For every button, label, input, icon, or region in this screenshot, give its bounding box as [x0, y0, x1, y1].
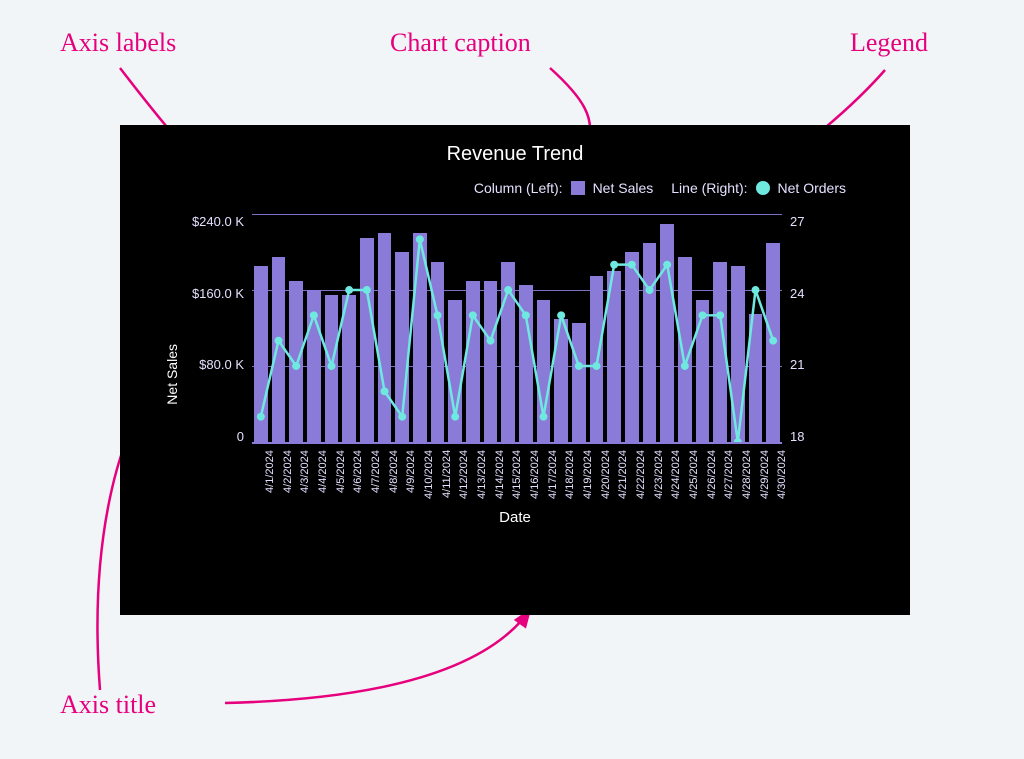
bars-layer: [252, 214, 782, 442]
bar: [360, 238, 374, 442]
x-tick: 4/29/2024: [759, 450, 773, 499]
y-left-tick: 0: [186, 429, 244, 444]
x-tick: 4/23/2024: [653, 450, 667, 499]
x-tick: 4/25/2024: [688, 450, 702, 499]
x-tick: 4/12/2024: [458, 450, 472, 499]
y-left-tick: $240.0 K: [186, 214, 244, 229]
bar: [378, 233, 392, 442]
legend-dot-swatch-icon: [756, 181, 770, 195]
y-right-tick: 21: [790, 357, 812, 372]
y-right-tick: 24: [790, 286, 812, 301]
bar: [289, 281, 303, 443]
x-tick: 4/13/2024: [476, 450, 490, 499]
bar: [713, 262, 727, 443]
bar: [395, 252, 409, 442]
bar: [572, 323, 586, 442]
y-left-tick: $80.0 K: [186, 357, 244, 372]
bar: [696, 300, 710, 443]
legend-right-series: Net Orders: [778, 180, 846, 196]
y-left-axis-title: Net Sales: [164, 254, 180, 405]
x-tick: 4/18/2024: [564, 450, 578, 499]
x-tick: 4/15/2024: [511, 450, 525, 499]
x-tick: 4/22/2024: [635, 450, 649, 499]
bar: [413, 233, 427, 442]
x-ticks: 4/1/2024 4/2/20244/3/2024 4/4/2024 4/5/2024…: [262, 450, 792, 499]
bar: [519, 285, 533, 442]
x-tick: 4/7/2024: [370, 450, 384, 499]
y-left-ticks: $240.0 K $160.0 K $80.0 K 0: [186, 214, 244, 444]
x-tick: 4/21/2024: [617, 450, 631, 499]
x-tick: 4/4/2024: [317, 450, 331, 499]
x-tick: 4/19/2024: [582, 450, 596, 499]
callout-axis-labels: Axis labels: [60, 28, 176, 58]
bar: [342, 295, 356, 442]
chart-legend: Column (Left): Net Sales Line (Right): N…: [164, 180, 866, 196]
x-axis-title: Date: [164, 509, 866, 526]
legend-left-series: Net Sales: [593, 180, 654, 196]
bar: [484, 281, 498, 443]
x-tick: 4/28/2024: [741, 450, 755, 499]
x-tick: 4/8/2024: [388, 450, 402, 499]
legend-left-label: Column (Left):: [474, 180, 563, 196]
x-tick: 4/20/2024: [600, 450, 614, 499]
x-tick: 4/3/2024: [299, 450, 313, 499]
callout-axis-title: Axis title: [60, 690, 156, 720]
x-tick: 4/9/2024: [405, 450, 419, 499]
x-tick: 4/6/2024: [352, 450, 366, 499]
bar: [660, 224, 674, 443]
bar: [431, 262, 445, 443]
bar: [554, 319, 568, 443]
chart-panel: Revenue Trend Column (Left): Net Sales L…: [120, 125, 910, 615]
legend-bar-swatch-icon: [571, 181, 585, 195]
y-right-tick: 18: [790, 429, 812, 444]
bar: [307, 290, 321, 442]
y-left-tick: $160.0 K: [186, 286, 244, 301]
x-tick: 4/5/2024: [335, 450, 349, 499]
bar: [590, 276, 604, 442]
bar: [272, 257, 286, 442]
bar: [625, 252, 639, 442]
bar: [448, 300, 462, 443]
bar: [678, 257, 692, 442]
x-tick: 4/10/2024: [423, 450, 437, 499]
chart-title: Revenue Trend: [164, 143, 866, 166]
x-tick: 4/30/2024: [776, 450, 790, 499]
bar: [501, 262, 515, 443]
callout-legend: Legend: [850, 28, 928, 58]
legend-right-group: Line (Right): Net Orders: [671, 180, 846, 196]
plot-canvas: [252, 214, 782, 444]
x-tick: 4/17/2024: [547, 450, 561, 499]
legend-left-group: Column (Left): Net Sales: [474, 180, 653, 196]
x-tick: 4/27/2024: [723, 450, 737, 499]
x-tick: 4/24/2024: [670, 450, 684, 499]
legend-right-label: Line (Right):: [671, 180, 747, 196]
x-tick: 4/14/2024: [494, 450, 508, 499]
bar: [466, 281, 480, 443]
bar: [766, 243, 780, 443]
bar: [643, 243, 657, 443]
bar: [254, 266, 268, 442]
plot-area: Net Sales $240.0 K$160.0 K$80.0 K0 27242…: [164, 214, 866, 444]
y-right-ticks: 27 24 21 18: [790, 214, 812, 444]
bar: [325, 295, 339, 442]
bar: [731, 266, 745, 442]
bar: [749, 314, 763, 442]
x-tick: 4/1/2024: [264, 450, 278, 499]
y-right-tick: 27: [790, 214, 812, 229]
callout-chart-caption: Chart caption: [390, 28, 531, 58]
x-tick: 4/2/2024: [282, 450, 296, 499]
x-tick: 4/26/2024: [706, 450, 720, 499]
x-tick: 4/16/2024: [529, 450, 543, 499]
x-tick: 4/11/2024: [441, 450, 455, 499]
bar: [607, 271, 621, 442]
bar: [537, 300, 551, 443]
